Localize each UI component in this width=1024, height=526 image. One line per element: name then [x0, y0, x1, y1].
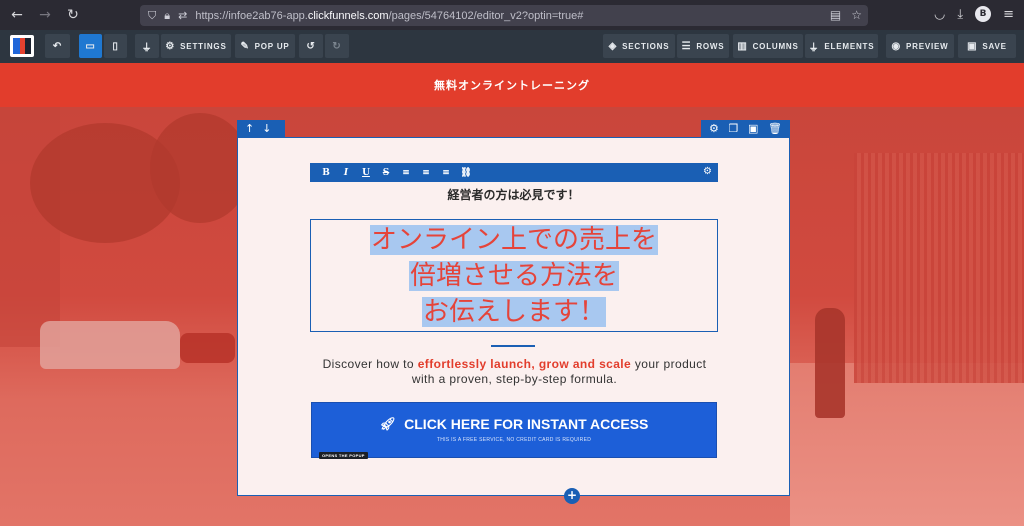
headline-line: オンライン上での売上を: [369, 225, 658, 255]
copy-icon[interactable]: ❐: [729, 122, 739, 135]
cube-icon: ◈: [608, 40, 618, 52]
gears-icon: ⚙: [165, 40, 176, 52]
lock-icon[interactable]: 🔒︎: [164, 9, 170, 23]
pocket-icon[interactable]: ◡: [934, 7, 945, 22]
preview-button[interactable]: ◉ PREVIEW: [886, 34, 954, 58]
underline-icon[interactable]: U: [356, 168, 376, 178]
background-car: [40, 321, 180, 369]
plug-icon: ⏚: [808, 42, 820, 54]
popup-button[interactable]: ✎ POP UP: [235, 34, 295, 58]
add-section-button[interactable]: +: [564, 488, 580, 504]
sub-headline[interactable]: 経営者の方は必見です！: [238, 186, 789, 203]
eye-icon: ◉: [891, 40, 902, 52]
browser-bar: ← → ↻ ⛉ 🔒︎ ⇄ https://infoe2ab76-app.clic…: [0, 0, 1024, 30]
rows-button[interactable]: ☰ ROWS: [677, 34, 729, 58]
cta-subtext: THIS IS A FREE SERVICE, NO CREDIT CARD I…: [436, 437, 592, 443]
background-car: [180, 333, 235, 363]
align-center-icon[interactable]: ≡: [416, 168, 436, 178]
main-headline[interactable]: オンライン上での売上を 倍増させる方法を お伝えします！: [310, 219, 718, 332]
headline-line: 倍増させる方法を: [408, 261, 619, 291]
rocket-icon: 🚀︎: [379, 416, 397, 431]
desktop-icon: ▭: [85, 40, 96, 52]
editor-canvas[interactable]: 無料オンライントレーニング ↑ ↓ ⚙ ❐ ▣ 🗑︎ B I U S ≡ ≡ ≡…: [0, 63, 1024, 526]
background-tree: [150, 113, 250, 223]
clickfunnels-logo[interactable]: [10, 35, 34, 57]
save-icon[interactable]: ▣: [748, 122, 758, 135]
undo-arrow-icon: ↶: [52, 40, 63, 52]
floppy-disk-icon: ▣: [967, 40, 978, 52]
background-person: [815, 308, 845, 418]
strikethrough-icon[interactable]: S: [376, 168, 396, 178]
bookmark-star-icon[interactable]: ☆: [851, 8, 862, 22]
headline-line: お伝えします！: [421, 297, 606, 327]
gear-icon[interactable]: ⚙: [703, 166, 712, 177]
headline-section[interactable]: 無料オンライントレーニング: [0, 63, 1024, 107]
arrow-up-icon[interactable]: ↑: [245, 122, 254, 135]
forward-arrow-icon[interactable]: →: [34, 7, 56, 23]
gear-icon[interactable]: ⚙: [709, 122, 719, 135]
popup-tag: OPENS THE POPUP: [319, 452, 368, 459]
back-button[interactable]: ↶: [45, 34, 70, 58]
description-text[interactable]: Discover how to effortlessly launch, gro…: [278, 357, 751, 387]
cta-button[interactable]: 🚀︎ CLICK HERE FOR INSTANT ACCESS THIS IS…: [311, 402, 717, 459]
account-avatar[interactable]: B: [975, 6, 992, 22]
integrations-button[interactable]: ⏚: [135, 34, 159, 58]
sections-button[interactable]: ◈ SECTIONS: [603, 34, 675, 58]
redo-button[interactable]: ↻: [325, 34, 349, 58]
arrow-down-icon[interactable]: ↓: [262, 122, 271, 135]
download-icon[interactable]: ⤓: [957, 7, 963, 22]
redo-icon: ↻: [332, 40, 342, 52]
desktop-view-button[interactable]: ▭: [79, 34, 102, 58]
section-action-controls: ⚙ ❐ ▣ 🗑︎: [701, 120, 790, 137]
back-arrow-icon[interactable]: ←: [6, 7, 28, 23]
plug-icon: ⏚: [141, 42, 153, 54]
rows-icon: ☰: [681, 40, 692, 52]
columns-button[interactable]: ▥ COLUMNS: [733, 34, 803, 58]
mobile-view-button[interactable]: ▯: [104, 34, 127, 58]
align-left-icon[interactable]: ≡: [396, 168, 416, 178]
elements-button[interactable]: ⏚ ELEMENTS: [805, 34, 878, 58]
section-move-controls: ↑ ↓: [237, 120, 285, 137]
url-text[interactable]: https://infoe2ab76-app.clickfunnels.com/…: [195, 10, 583, 22]
italic-icon[interactable]: I: [336, 168, 356, 178]
align-right-icon[interactable]: ≡: [436, 168, 456, 178]
editor-toolbar: ↶ ▭ ▯ ⏚ ⚙ SETTINGS ✎ POP UP ↺ ↻ ◈ SECTIONS …: [0, 30, 1024, 63]
content-box[interactable]: B I U S ≡ ≡ ≡ ⛓ ⚙ 経営者の方は必見です！ オンライン上での売上…: [237, 137, 790, 496]
menu-icon[interactable]: ≡: [1003, 7, 1014, 22]
undo-button[interactable]: ↺: [299, 34, 323, 58]
reload-icon[interactable]: ↻: [62, 7, 84, 23]
background-shutters: [854, 153, 1024, 383]
undo-icon: ↺: [306, 40, 316, 52]
cta-label: CLICK HERE FOR INSTANT ACCESS: [404, 416, 649, 432]
text-format-toolbar: B I U S ≡ ≡ ≡ ⛓ ⚙: [310, 163, 718, 182]
divider-line: [491, 345, 535, 347]
bold-icon[interactable]: B: [316, 168, 336, 178]
columns-icon: ▥: [737, 40, 748, 52]
permissions-icon[interactable]: ⇄: [178, 9, 187, 22]
settings-button[interactable]: ⚙ SETTINGS: [161, 34, 231, 58]
mobile-icon: ▯: [112, 40, 119, 52]
save-button[interactable]: ▣ SAVE: [958, 34, 1016, 58]
headline-text[interactable]: 無料オンライントレーニング: [434, 77, 590, 93]
reader-view-icon[interactable]: ▤: [830, 8, 841, 22]
shield-icon[interactable]: ⛉: [148, 9, 156, 23]
link-icon[interactable]: ⛓: [456, 168, 476, 178]
url-bar[interactable]: ⛉ 🔒︎ ⇄ https://infoe2ab76-app.clickfunne…: [140, 5, 868, 26]
edit-icon: ✎: [240, 40, 250, 52]
trash-icon[interactable]: 🗑︎: [768, 122, 782, 135]
